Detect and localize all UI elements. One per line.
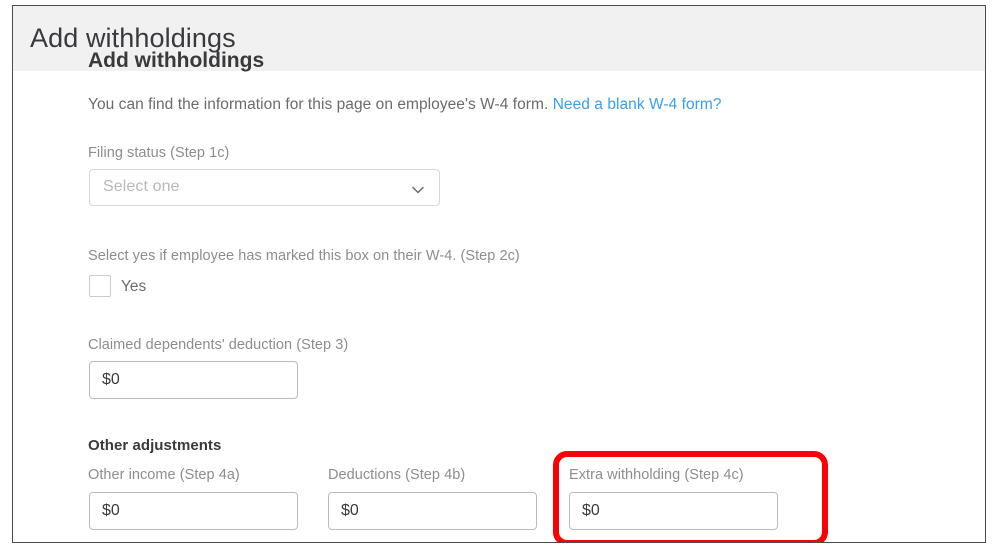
deductions-label: Deductions (Step 4b) <box>328 467 466 483</box>
other-income-value: $0 <box>102 502 120 519</box>
extra-withholding-label: Extra withholding (Step 4c) <box>569 467 744 483</box>
yes-checkbox[interactable] <box>89 275 111 297</box>
chevron-down-icon <box>410 182 426 198</box>
form-body: Add withholdings You can find the inform… <box>13 49 985 542</box>
intro-sentence: You can find the information for this pa… <box>88 96 549 113</box>
clipped-section-heading: Add withholdings <box>88 49 688 73</box>
extra-withholding-value: $0 <box>582 502 600 519</box>
claimed-dependents-input[interactable]: $0 <box>89 361 298 399</box>
other-income-input[interactable]: $0 <box>89 492 298 530</box>
claimed-dependents-value: $0 <box>102 371 120 388</box>
extra-withholding-input[interactable]: $0 <box>569 492 778 530</box>
deductions-input[interactable]: $0 <box>328 492 537 530</box>
other-adjustments-heading: Other adjustments <box>88 437 222 454</box>
clipped-section-heading-text: Add withholdings <box>88 49 265 72</box>
claimed-dependents-label: Claimed dependents' deduction (Step 3) <box>88 337 349 353</box>
marked-box-label: Select yes if employee has marked this b… <box>88 248 520 264</box>
deductions-value: $0 <box>341 502 359 519</box>
other-income-label: Other income (Step 4a) <box>88 467 240 483</box>
filing-status-label: Filing status (Step 1c) <box>88 145 230 161</box>
need-blank-w4-link[interactable]: Need a blank W-4 form? <box>553 96 722 113</box>
filing-status-select[interactable]: Select one <box>89 169 440 206</box>
intro-text: You can find the information for this pa… <box>88 96 722 114</box>
dialog-panel: Add withholdings Add withholdings You ca… <box>12 5 986 543</box>
filing-status-placeholder: Select one <box>103 178 180 195</box>
yes-checkbox-label[interactable]: Yes <box>121 278 146 296</box>
